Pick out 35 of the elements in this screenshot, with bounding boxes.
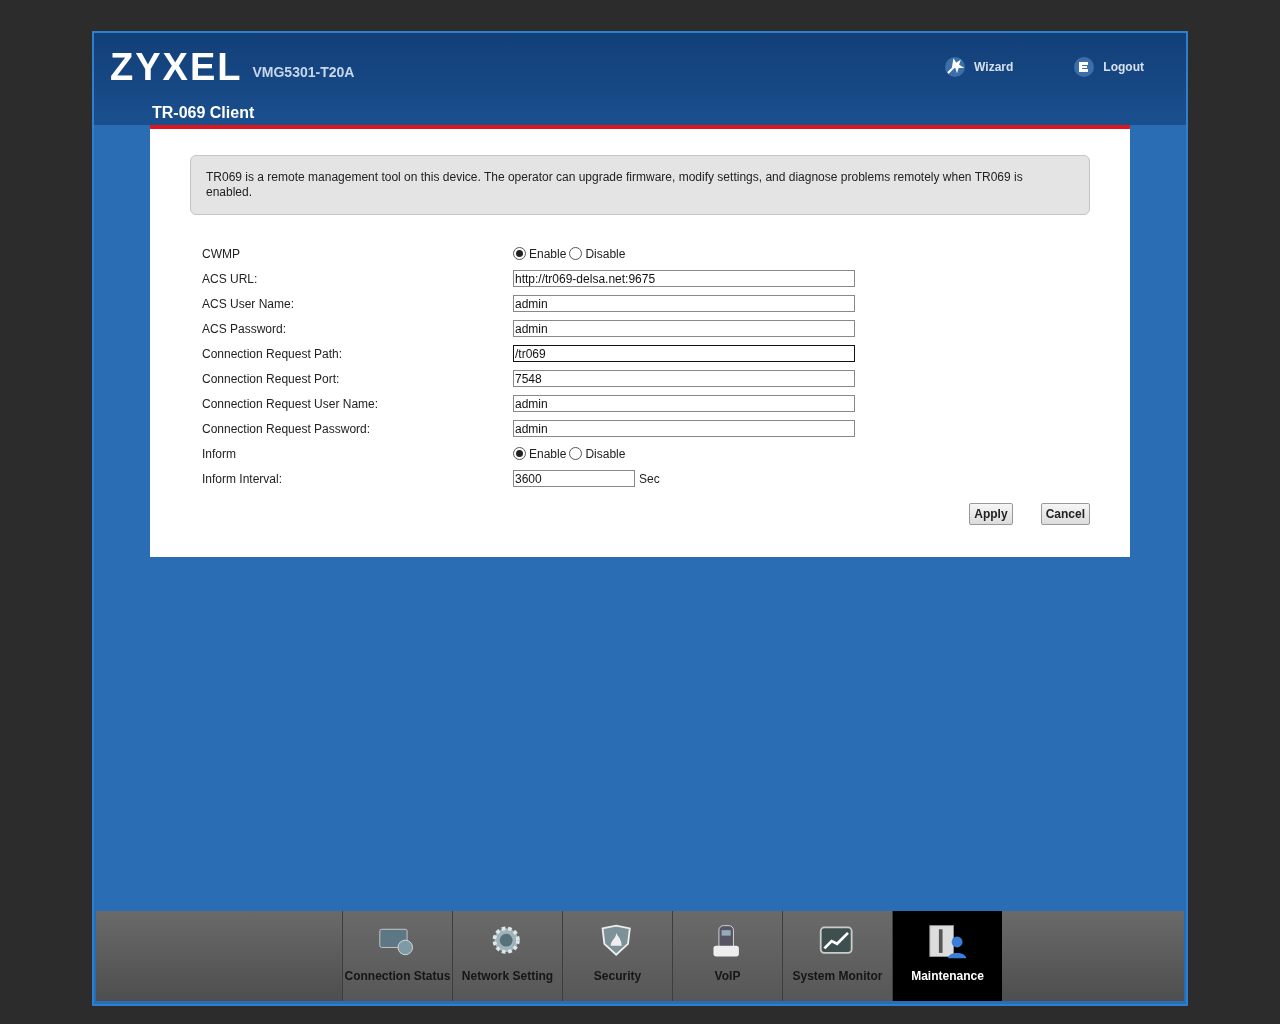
input-field[interactable]: admin (513, 295, 855, 312)
input-field[interactable]: admin (513, 395, 855, 412)
field-label: Connection Request Password: (202, 420, 372, 438)
field-label: Inform (202, 445, 237, 463)
wand-icon (944, 56, 967, 78)
unit-label: Sec (639, 470, 660, 488)
header-link[interactable]: Wizard (944, 56, 1014, 78)
brand-logo: ZYXEL (110, 48, 243, 86)
field-label: ACS Password: (202, 320, 288, 338)
input-field[interactable]: 7548 (513, 370, 855, 387)
field-label: Connection Request User Name: (202, 395, 380, 413)
page-title: TR-069 Client (152, 103, 256, 123)
field-label: ACS URL: (202, 270, 259, 288)
radio-option[interactable]: Disable (569, 244, 626, 263)
input-field[interactable]: /tr069 (513, 345, 855, 362)
field-label: CWMP (202, 245, 241, 263)
radio-option[interactable]: Disable (569, 444, 626, 463)
input-field[interactable]: http://tr069-delsa.net:9675 (513, 270, 855, 287)
info-text: TR069 is a remote management tool on this device. The operator can upgrade firmware, modify settings, and diagnose problems remotely when TR069 is enabled. (190, 155, 1090, 215)
form-button[interactable]: Apply (969, 503, 1013, 525)
exit-icon (1073, 56, 1096, 78)
nav-tab[interactable]: Maintenance (892, 911, 1002, 1001)
radio-option[interactable]: Enable (513, 444, 567, 463)
model-name: VMG5301-T20A (252, 62, 355, 82)
input-field[interactable]: admin (513, 420, 855, 437)
input-field[interactable]: 3600 (513, 470, 635, 487)
cabinet-person-icon (927, 923, 968, 961)
input-field[interactable]: admin (513, 320, 855, 337)
header-link[interactable]: Logout (1073, 56, 1144, 78)
radio-option[interactable]: Enable (513, 244, 567, 263)
field-label: Connection Request Path: (202, 345, 344, 363)
field-label: Inform Interval: (202, 470, 284, 488)
form-button[interactable]: Cancel (1040, 503, 1090, 525)
field-label: Connection Request Port: (202, 370, 341, 388)
field-label: ACS User Name: (202, 295, 296, 313)
